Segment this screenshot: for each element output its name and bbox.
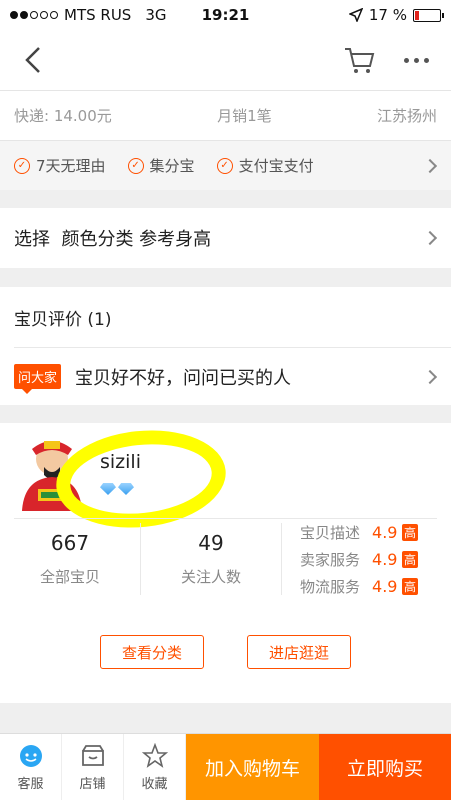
store-icon [81,744,104,766]
nav-bar [0,30,451,90]
more-button[interactable] [398,48,434,72]
customer-service-button[interactable]: 客服 [0,734,62,800]
view-categories-button[interactable]: 查看分类 [100,635,204,669]
check-circle-icon: ✓ [216,157,233,174]
back-icon [25,47,40,73]
chevron-right-icon [422,158,438,173]
service-item: ✓ 集分宝 [127,155,195,176]
seller-level-diamonds [100,483,134,495]
rating-row: 卖家服务 4.9 高 [300,550,419,569]
divider [140,523,141,595]
rating-row: 物流服务 4.9 高 [300,577,419,596]
service-row[interactable]: ✓ 7天无理由 ✓ 集分宝 ✓ 支付宝支付 [0,140,451,190]
check-circle-icon: ✓ [127,157,144,174]
shop-name[interactable]: sizili [100,451,141,473]
visit-shop-button[interactable]: 进店逛逛 [247,635,351,669]
review-section: 宝贝评价 (1) 问大家 宝贝好不好，问问已买的人 [0,287,451,405]
ask-buyers-row[interactable]: 问大家 宝贝好不好，问问已买的人 [14,347,451,405]
location: 江苏扬州 [376,107,437,125]
cart-icon [345,48,375,73]
back-button[interactable] [18,44,50,76]
ask-text: 宝贝好不好，问问已买的人 [75,367,292,389]
ask-tag: 问大家 [14,364,62,394]
status-right: 17 % [348,6,444,24]
chat-face-icon [19,744,42,767]
chevron-right-icon [422,369,438,384]
service-item: ✓ 7天无理由 [14,155,106,176]
status-bar: MTS RUS 3G 19:21 17 % [0,0,451,30]
info-row: 快递: 14.00元 月销1笔 江苏扬州 [0,90,451,140]
bottom-action-bar: 客服 店铺 收藏 加入购物车 立即购买 [0,733,451,800]
battery-percent: 17 % [368,6,407,24]
rating-row: 宝贝描述 4.9 高 [300,523,419,542]
favorite-button[interactable]: 收藏 [124,734,186,800]
status-left: MTS RUS 3G [10,6,167,24]
battery-icon [413,8,444,22]
network-text: 3G [145,6,167,24]
diamond-icon [118,483,134,495]
stat-followers[interactable]: 49 关注人数 [151,528,271,587]
shop-ratings: 宝贝描述 4.9 高 卖家服务 4.9 高 物流服务 4.9 高 [300,519,419,600]
buy-now-button[interactable]: 立即购买 [319,734,451,800]
diamond-icon [100,483,116,495]
more-icon [403,57,409,63]
location-arrow-icon [348,8,363,22]
shop-card: sizili 667 全部宝贝 49 关注人数 宝贝描述 4.9 高 卖家服务 … [0,422,451,703]
shipping-fee: 快递: 14.00元 [14,107,112,125]
star-icon [141,742,168,768]
select-label: 选择 颜色分类 参考身高 [14,229,212,250]
monthly-sales: 月销1笔 [217,107,272,125]
signal-icon [10,11,58,19]
cart-button[interactable] [342,44,376,76]
chevron-right-icon [422,230,438,246]
select-options-row[interactable]: 选择 颜色分类 参考身高 [0,208,451,268]
store-button[interactable]: 店铺 [62,734,124,800]
check-circle-icon: ✓ [14,157,30,174]
stat-all-items[interactable]: 667 全部宝贝 [10,528,130,587]
service-item: ✓ 支付宝支付 [216,155,314,176]
review-title[interactable]: 宝贝评价 (1) [0,287,451,347]
add-to-cart-button[interactable]: 加入购物车 [186,734,319,800]
divider [281,523,282,595]
carrier-text: MTS RUS [64,6,132,24]
